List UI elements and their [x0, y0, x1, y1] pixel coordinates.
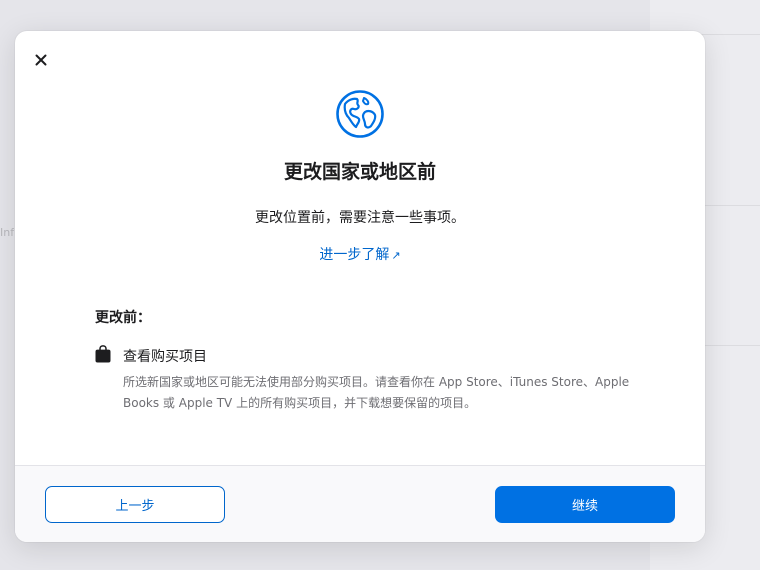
close-button[interactable] — [32, 51, 50, 69]
background-text-fragment: Info — [0, 226, 14, 239]
external-arrow-icon: ↗ — [391, 249, 401, 262]
change-region-dialog: 更改国家或地区前 更改位置前，需要注意一些事项。 进一步了解 ↗ 更改前： 查看购… — [15, 31, 705, 542]
item-description: 所选新国家或地区可能无法使用部分购买项目。请查看你在 App Store、iTu… — [123, 375, 630, 410]
learn-more-label: 进一步了解 — [319, 247, 390, 263]
back-button-label: 上一步 — [115, 499, 155, 514]
close-icon — [35, 54, 47, 66]
shopping-bag-icon — [95, 345, 111, 363]
learn-more-link[interactable]: 进一步了解 ↗ — [15, 244, 705, 264]
continue-button[interactable]: 继续 — [495, 486, 675, 523]
dialog-subtitle: 更改位置前，需要注意一些事项。 — [255, 210, 465, 226]
item-title: 查看购买项目 — [123, 349, 207, 365]
continue-button-label: 继续 — [571, 499, 598, 514]
globe-icon — [336, 90, 384, 138]
back-button[interactable]: 上一步 — [45, 486, 225, 523]
dialog-footer: 上一步 继续 — [15, 465, 705, 542]
section-label: 更改前： — [95, 310, 151, 326]
dialog-title: 更改国家或地区前 — [283, 161, 436, 183]
